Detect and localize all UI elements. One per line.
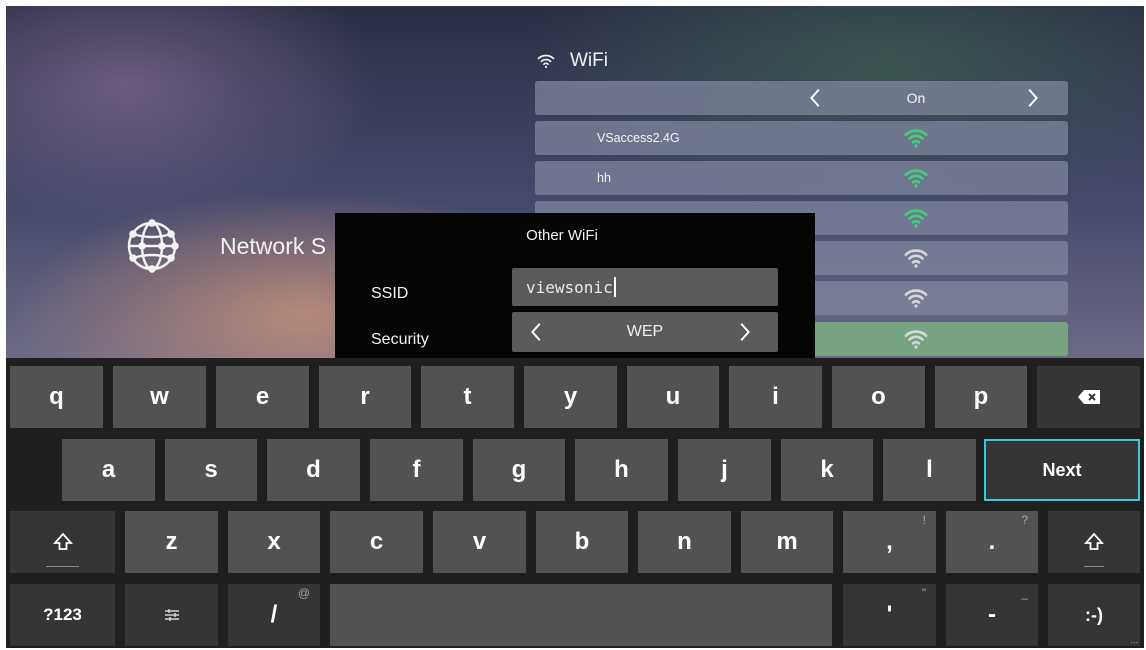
spacebar[interactable] [330, 584, 832, 646]
other-wifi-dialog: Other WiFi SSID viewsonic Security WEP [335, 213, 815, 359]
key-comma-label: , [886, 528, 893, 555]
key-dash[interactable]: - _ [946, 584, 1038, 646]
settings-key[interactable] [125, 584, 218, 646]
wifi-signal-icon [904, 129, 928, 148]
chevron-right-icon[interactable] [733, 321, 755, 343]
on-screen-keyboard: q w e r t y u i o p a s d f g h j k l Ne… [6, 358, 1144, 648]
wifi-toggle-row[interactable]: On [535, 81, 1068, 115]
key-w[interactable]: w [113, 366, 206, 428]
key-apostrophe-hint: " [921, 586, 926, 600]
shift-underline [46, 566, 79, 567]
key-d[interactable]: d [267, 439, 360, 501]
wifi-signal-icon [904, 330, 928, 349]
network-row[interactable]: VSaccess2.4G [535, 121, 1068, 155]
key-p[interactable]: p [935, 366, 1027, 428]
security-selector[interactable]: WEP [512, 312, 778, 352]
key-v[interactable]: v [433, 511, 526, 573]
emoji-more-dots: ... [1130, 635, 1138, 645]
network-settings: Network S [122, 216, 326, 276]
settings-sliders-icon [164, 609, 179, 621]
key-period[interactable]: . ? [946, 511, 1038, 573]
key-h[interactable]: h [575, 439, 668, 501]
key-k[interactable]: k [781, 439, 873, 501]
wifi-header: WiFi [536, 48, 608, 74]
shift-icon [52, 532, 73, 550]
key-u[interactable]: u [627, 366, 719, 428]
key-x[interactable]: x [228, 511, 320, 573]
security-label: Security [371, 331, 429, 348]
wifi-title: WiFi [570, 50, 608, 71]
key-period-label: . [988, 528, 996, 555]
key-slash[interactable]: / @ [228, 584, 320, 646]
key-c[interactable]: c [330, 511, 423, 573]
key-slash-hint: @ [297, 586, 310, 600]
key-o[interactable]: o [832, 366, 925, 428]
key-slash-label: / [270, 601, 278, 628]
key-dash-label: - [988, 601, 996, 628]
shift-underline [1084, 566, 1104, 567]
network-row[interactable]: hh [535, 161, 1068, 195]
wifi-toggle-value: On [906, 90, 926, 106]
shift-key-right[interactable] [1048, 511, 1140, 573]
key-n[interactable]: n [638, 511, 731, 573]
network-settings-label: Network S [220, 232, 327, 259]
key-apostrophe-label: ' [886, 601, 893, 628]
key-apostrophe[interactable]: ' " [843, 584, 936, 646]
key-i[interactable]: i [729, 366, 822, 428]
key-r[interactable]: r [319, 366, 411, 428]
key-z[interactable]: z [125, 511, 218, 573]
emoji-key-label: :-) [1085, 604, 1103, 625]
key-j[interactable]: j [678, 439, 771, 501]
ssid-input[interactable]: viewsonic [512, 268, 778, 306]
key-e[interactable]: e [216, 366, 309, 428]
key-m[interactable]: m [741, 511, 833, 573]
emoji-key[interactable]: :-) ... [1048, 584, 1140, 646]
next-key[interactable]: Next [984, 439, 1140, 501]
symbols-key[interactable]: ?123 [10, 584, 115, 646]
chevron-right-icon[interactable] [1021, 87, 1043, 109]
key-a[interactable]: a [62, 439, 155, 501]
key-q[interactable]: q [10, 366, 103, 428]
key-comma[interactable]: , ! [843, 511, 936, 573]
shift-icon [1084, 532, 1104, 550]
text-cursor [613, 277, 616, 297]
dialog-title: Other WiFi [526, 227, 598, 244]
ssid-label: SSID [371, 285, 409, 302]
key-y[interactable]: y [524, 366, 617, 428]
key-g[interactable]: g [473, 439, 565, 501]
backspace-icon [1077, 390, 1100, 404]
key-dash-hint: _ [1021, 586, 1028, 600]
key-b[interactable]: b [536, 511, 628, 573]
wifi-icon [537, 54, 555, 68]
shift-key-left[interactable] [10, 511, 115, 573]
key-comma-hint: ! [922, 513, 926, 527]
key-f[interactable]: f [370, 439, 463, 501]
globe-icon [127, 219, 179, 273]
screen: WiFi On VSaccess2.4G hh Network S Other … [6, 6, 1144, 648]
wifi-signal-icon [904, 289, 928, 308]
wifi-signal-icon [904, 209, 928, 228]
key-period-hint: ? [1021, 513, 1028, 527]
chevron-left-icon[interactable] [805, 87, 827, 109]
backspace-key[interactable] [1037, 366, 1140, 428]
wifi-signal-icon [904, 169, 928, 188]
ssid-input-text: viewsonic [526, 277, 613, 297]
wifi-signal-icon [904, 249, 928, 268]
network-name: VSaccess2.4G [597, 131, 680, 145]
key-t[interactable]: t [421, 366, 514, 428]
key-s[interactable]: s [165, 439, 257, 501]
key-l[interactable]: l [883, 439, 976, 501]
network-name: hh [597, 171, 611, 185]
